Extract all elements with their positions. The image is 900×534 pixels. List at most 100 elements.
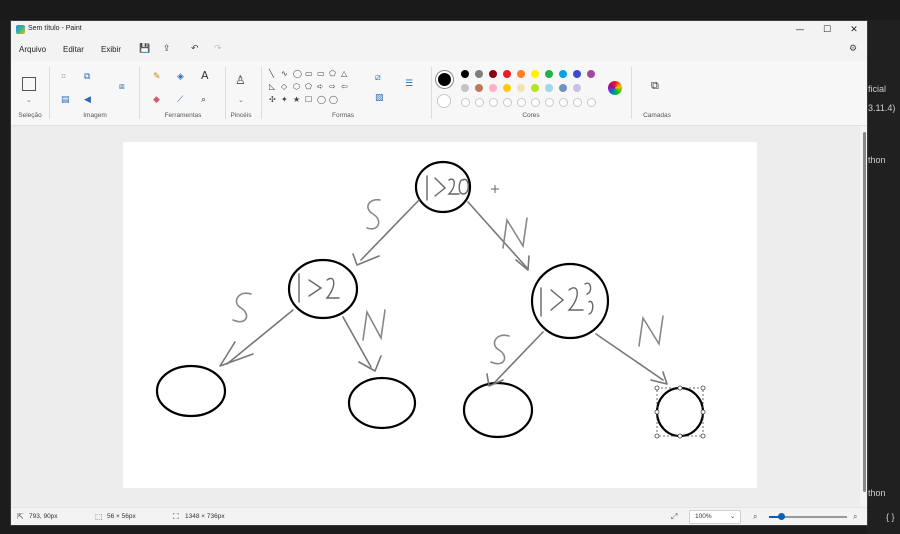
color-swatch[interactable] bbox=[461, 84, 469, 92]
custom-color-slot[interactable] bbox=[517, 98, 526, 107]
shape-option[interactable]: ⇦ bbox=[341, 82, 348, 91]
settings-icon[interactable]: ⚙ bbox=[849, 44, 857, 54]
color-swatch[interactable] bbox=[517, 84, 525, 92]
paint-window: Sem título - Paint — ☐ ✕ Arquivo Editar … bbox=[10, 20, 868, 526]
crop-icon[interactable]: ⌗ bbox=[61, 72, 66, 82]
color-swatch[interactable] bbox=[559, 84, 567, 92]
outline-icon[interactable]: ⧄ bbox=[375, 73, 381, 83]
resize-icon[interactable]: ⧉ bbox=[84, 72, 90, 82]
drawing-svg bbox=[155, 160, 706, 439]
custom-color-slot[interactable] bbox=[573, 98, 582, 107]
pencil-icon[interactable]: ✎ bbox=[153, 72, 161, 82]
primary-color[interactable] bbox=[436, 71, 453, 88]
shape-option[interactable]: ☐ bbox=[305, 95, 312, 104]
drawing-canvas[interactable] bbox=[123, 142, 757, 488]
color-swatch[interactable] bbox=[545, 70, 553, 78]
close-button[interactable]: ✕ bbox=[843, 23, 865, 37]
color-swatch[interactable] bbox=[531, 84, 539, 92]
maximize-button[interactable]: ☐ bbox=[816, 23, 838, 37]
menu-exibir[interactable]: Exibir bbox=[101, 45, 121, 54]
layers-icon[interactable]: ⧉ bbox=[651, 80, 659, 91]
zoom-select[interactable]: 100% ⌄ bbox=[689, 510, 741, 524]
custom-color-slot[interactable] bbox=[503, 98, 512, 107]
chevron-down-icon[interactable]: ⌄ bbox=[238, 95, 244, 105]
color-swatch[interactable] bbox=[545, 84, 553, 92]
shape-option[interactable]: ⇨ bbox=[329, 82, 336, 91]
shape-option[interactable]: ◯ bbox=[329, 95, 338, 104]
vertical-scrollbar[interactable] bbox=[862, 126, 867, 507]
image-select-icon[interactable]: ⧈ bbox=[119, 82, 125, 92]
edge-labels bbox=[232, 198, 664, 365]
custom-color-slot[interactable] bbox=[489, 98, 498, 107]
color-swatch[interactable] bbox=[475, 70, 483, 78]
fill-icon[interactable]: ◈ bbox=[177, 72, 184, 82]
shape-option[interactable]: ⬠ bbox=[329, 69, 336, 78]
rotate-icon[interactable]: ◀ bbox=[84, 95, 91, 105]
save-icon[interactable]: 💾 bbox=[139, 44, 150, 54]
zoom-out-icon[interactable]: ⌕ bbox=[753, 512, 757, 522]
root-text-stroke bbox=[426, 175, 469, 201]
selection-handles bbox=[654, 385, 706, 439]
color-swatch[interactable] bbox=[461, 70, 469, 78]
color-swatch[interactable] bbox=[587, 70, 595, 78]
custom-color-slot[interactable] bbox=[559, 98, 568, 107]
shape-option[interactable]: ➪ bbox=[317, 82, 324, 91]
edit-colors-icon[interactable] bbox=[608, 81, 622, 95]
brush-icon[interactable]: ♙ bbox=[235, 74, 246, 86]
workspace bbox=[11, 126, 860, 507]
eraser-icon[interactable]: ◆ bbox=[153, 95, 160, 105]
shape-option[interactable]: ▭ bbox=[305, 69, 313, 78]
shape-option[interactable]: ✣ bbox=[269, 95, 276, 104]
zoom-slider[interactable] bbox=[769, 513, 847, 520]
custom-color-slot[interactable] bbox=[587, 98, 596, 107]
zoom-in-icon[interactable]: ⌕ bbox=[853, 512, 857, 522]
color-swatch[interactable] bbox=[503, 84, 511, 92]
menu-arquivo[interactable]: Arquivo bbox=[19, 45, 46, 54]
color-swatch[interactable] bbox=[475, 84, 483, 92]
color-swatch[interactable] bbox=[531, 70, 539, 78]
color-swatch[interactable] bbox=[573, 84, 581, 92]
custom-color-slot[interactable] bbox=[461, 98, 470, 107]
color-picker-icon[interactable]: ⟋ bbox=[177, 95, 183, 105]
edge-root-right bbox=[467, 201, 529, 270]
chevron-down-icon[interactable]: ⌄ bbox=[26, 95, 32, 105]
image-icon[interactable]: ▤ bbox=[61, 95, 70, 105]
redo-icon[interactable]: ↷ bbox=[214, 44, 222, 54]
minimize-button[interactable]: — bbox=[789, 23, 811, 37]
shape-option[interactable]: ⬡ bbox=[293, 82, 300, 91]
shape-option[interactable]: ⬠ bbox=[305, 82, 312, 91]
shape-option[interactable]: ★ bbox=[293, 95, 300, 104]
color-swatch[interactable] bbox=[559, 70, 567, 78]
size-icon[interactable]: ☰ bbox=[405, 79, 413, 89]
undo-icon[interactable]: ↶ bbox=[191, 44, 199, 54]
shape-option[interactable]: ∿ bbox=[281, 69, 288, 78]
color-swatch[interactable] bbox=[503, 70, 511, 78]
paint-app-icon bbox=[16, 25, 25, 34]
color-swatch[interactable] bbox=[517, 70, 525, 78]
zoom-slider-thumb[interactable] bbox=[778, 513, 785, 520]
select-icon[interactable] bbox=[22, 77, 36, 91]
edge-right-leaf3 bbox=[494, 331, 544, 383]
shape-option[interactable]: ✦ bbox=[281, 95, 288, 104]
custom-color-slot[interactable] bbox=[475, 98, 484, 107]
secondary-color[interactable] bbox=[437, 94, 451, 108]
fit-to-window-icon[interactable]: ⤢ bbox=[671, 512, 677, 522]
fill-shape-icon[interactable]: ▧ bbox=[375, 93, 384, 103]
menu-editar[interactable]: Editar bbox=[63, 45, 84, 54]
label-s-right bbox=[490, 334, 510, 365]
color-swatch[interactable] bbox=[573, 70, 581, 78]
custom-color-slot[interactable] bbox=[531, 98, 540, 107]
shape-option[interactable]: ▭ bbox=[317, 69, 325, 78]
shape-option[interactable]: ◯ bbox=[317, 95, 326, 104]
shape-option[interactable]: ◺ bbox=[269, 82, 275, 91]
share-icon[interactable]: ⇪ bbox=[163, 44, 171, 54]
shape-option[interactable]: ╲ bbox=[269, 69, 274, 78]
shape-option[interactable]: ◯ bbox=[293, 69, 302, 78]
text-icon[interactable]: A bbox=[201, 70, 209, 81]
shape-option[interactable]: △ bbox=[341, 69, 347, 78]
color-swatch[interactable] bbox=[489, 84, 497, 92]
color-swatch[interactable] bbox=[489, 70, 497, 78]
custom-color-slot[interactable] bbox=[545, 98, 554, 107]
shape-option[interactable]: ◇ bbox=[281, 82, 287, 91]
magnifier-icon[interactable]: ⌕ bbox=[201, 95, 206, 105]
